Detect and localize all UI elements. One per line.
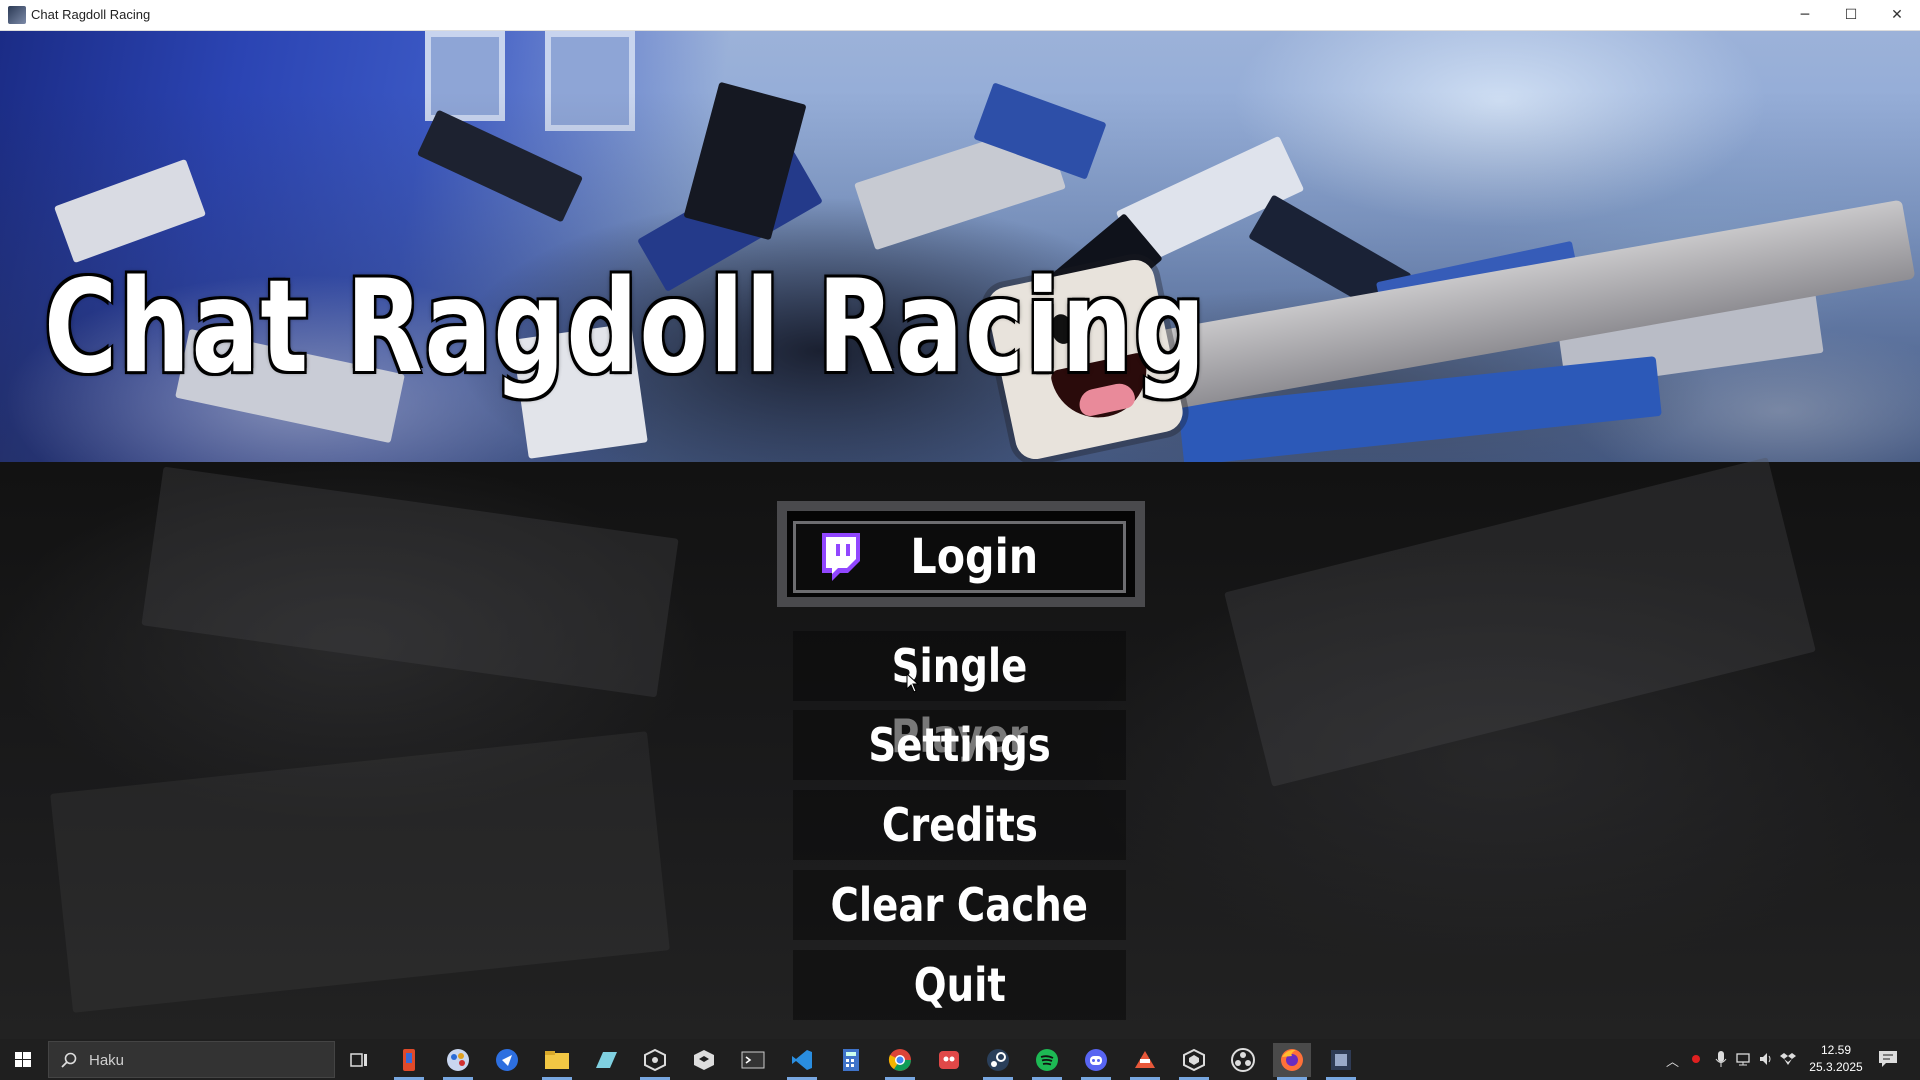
discord-icon[interactable]	[1077, 1043, 1115, 1080]
settings-button[interactable]: Settings	[793, 710, 1126, 780]
chrome-icon[interactable]	[881, 1043, 919, 1080]
calculator-icon[interactable]	[832, 1043, 870, 1077]
firefox-icon[interactable]	[1273, 1043, 1311, 1080]
vscode-icon[interactable]	[783, 1043, 821, 1080]
drive-app-icon[interactable]	[587, 1043, 625, 1077]
window-title: Chat Ragdoll Racing	[31, 7, 151, 22]
login-button[interactable]: Login	[793, 521, 1126, 593]
game-app-icon[interactable]	[1322, 1043, 1360, 1080]
volume-icon[interactable]	[1758, 1051, 1774, 1067]
window-titlebar: Chat Ragdoll Racing ─ ☐ ✕	[0, 0, 1920, 31]
minimize-button[interactable]: ─	[1782, 0, 1828, 30]
tool-app-icon[interactable]	[390, 1043, 428, 1080]
clear-cache-button[interactable]: Clear Cache	[793, 870, 1126, 940]
red-app-icon[interactable]	[930, 1043, 968, 1077]
blue-app-icon[interactable]	[488, 1043, 526, 1077]
search-placeholder: Haku	[89, 1052, 125, 1069]
maximize-button[interactable]: ☐	[1828, 0, 1874, 30]
search-icon	[61, 1052, 77, 1068]
mouse-cursor-icon	[906, 673, 920, 693]
network-icon[interactable]	[1736, 1051, 1752, 1067]
task-view-icon[interactable]	[340, 1043, 378, 1077]
taskbar: Haku ︿ 12.59 25.3.2025	[0, 1039, 1920, 1080]
taskbar-clock[interactable]: 12.59 25.3.2025	[1796, 1042, 1876, 1076]
steam-icon[interactable]	[979, 1043, 1017, 1080]
orange-app-icon[interactable]	[1126, 1043, 1164, 1080]
terminal-icon[interactable]	[734, 1043, 772, 1077]
file-explorer-icon[interactable]	[538, 1043, 576, 1080]
credits-button[interactable]: Credits	[793, 790, 1126, 860]
close-button[interactable]: ✕	[1874, 0, 1920, 30]
single-player-button[interactable]: Single Player	[793, 631, 1126, 763]
clock-date: 25.3.2025	[1809, 1060, 1863, 1074]
unity-editor-icon[interactable]	[1175, 1043, 1213, 1080]
microphone-icon[interactable]	[1715, 1050, 1727, 1068]
windows-start-icon[interactable]	[0, 1039, 46, 1080]
dropbox-icon[interactable]	[1780, 1051, 1796, 1067]
game-viewport: Chat Ragdoll Racing Login Single Player …	[0, 31, 1920, 1039]
app-icon	[8, 6, 26, 24]
clock-time: 12.59	[1820, 1043, 1852, 1057]
spotify-icon[interactable]	[1028, 1043, 1066, 1080]
obs-icon[interactable]	[1224, 1043, 1262, 1077]
login-label: Login	[910, 529, 1039, 585]
notifications-icon[interactable]	[1878, 1050, 1898, 1068]
taskbar-search-box[interactable]: Haku	[48, 1041, 335, 1078]
record-indicator-icon	[1692, 1055, 1700, 1063]
twitch-icon	[822, 533, 860, 581]
unity-hub-icon[interactable]	[636, 1043, 674, 1080]
paint-app-icon[interactable]	[439, 1043, 477, 1080]
tray-overflow-icon[interactable]: ︿	[1666, 1051, 1679, 1070]
quit-button[interactable]: Quit	[793, 950, 1126, 1020]
unity-icon[interactable]	[685, 1043, 723, 1077]
main-menu: Login Single Player Settings Credits Cle…	[0, 31, 1920, 1039]
